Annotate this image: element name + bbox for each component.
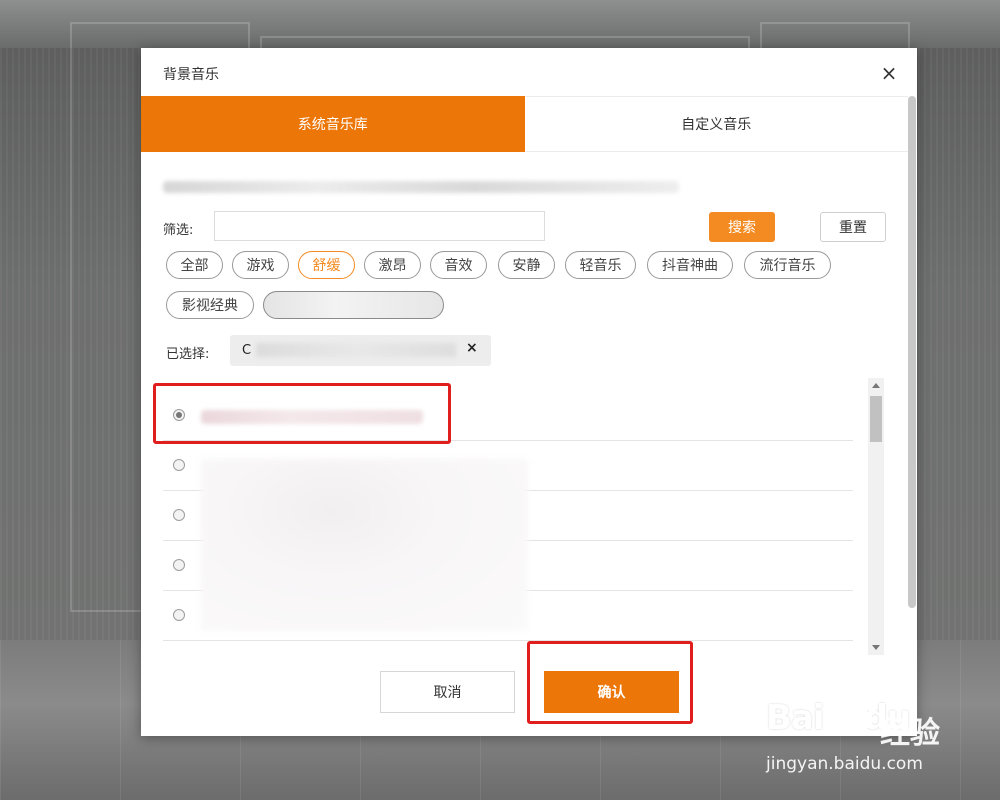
tag-soothing[interactable]: 舒缓 bbox=[298, 251, 355, 279]
tag-douyin-hits[interactable]: 抖音神曲 bbox=[647, 251, 733, 279]
selected-chip-blurred-text bbox=[256, 343, 456, 357]
radio-button[interactable] bbox=[173, 459, 185, 471]
dialog-title: 背景音乐 bbox=[163, 67, 219, 83]
scroll-down-arrow-icon[interactable] bbox=[872, 645, 880, 650]
remove-selected-icon[interactable]: × bbox=[466, 340, 478, 356]
scroll-up-arrow-icon[interactable] bbox=[872, 383, 880, 388]
background-wall-panel bbox=[260, 36, 750, 48]
music-titles-blurred bbox=[201, 459, 528, 631]
notice-text-blurred bbox=[163, 181, 679, 193]
radio-button[interactable] bbox=[173, 559, 185, 571]
highlight-box-selected-music bbox=[153, 383, 451, 444]
dialog-scrollbar[interactable] bbox=[908, 96, 917, 611]
tag-pop-music[interactable]: 流行音乐 bbox=[744, 251, 831, 279]
radio-button[interactable] bbox=[173, 509, 185, 521]
close-icon[interactable]: × bbox=[877, 61, 901, 85]
radio-button[interactable] bbox=[173, 609, 185, 621]
search-input[interactable] bbox=[214, 211, 545, 241]
dialog-scrollbar-thumb[interactable] bbox=[908, 96, 916, 608]
highlight-box-confirm bbox=[527, 641, 693, 724]
tab-bar: 系统音乐库 自定义音乐 bbox=[141, 96, 908, 152]
selected-label: 已选择: bbox=[166, 347, 210, 362]
tag-all[interactable]: 全部 bbox=[166, 251, 223, 279]
selected-music-chip: C × bbox=[230, 335, 491, 366]
watermark-cn-text: 经验 bbox=[880, 716, 940, 751]
cancel-button[interactable]: 取消 bbox=[380, 671, 515, 713]
search-button[interactable]: 搜索 bbox=[709, 212, 775, 242]
watermark-url: jingyan.baidu.com bbox=[766, 754, 923, 774]
music-list-scrollbar-thumb[interactable] bbox=[870, 396, 882, 442]
music-list-scrollbar[interactable] bbox=[868, 378, 884, 655]
tag-film-classics[interactable]: 影视经典 bbox=[166, 291, 254, 319]
tag-passionate[interactable]: 激昂 bbox=[364, 251, 421, 279]
selected-chip-text: C bbox=[242, 343, 252, 358]
reset-button[interactable]: 重置 bbox=[820, 212, 886, 242]
filter-label: 筛选: bbox=[163, 223, 194, 238]
tag-light-music[interactable]: 轻音乐 bbox=[565, 251, 636, 279]
baidu-jingyan-watermark: Bai du 经验 jingyan.baidu.com bbox=[760, 690, 990, 790]
tag-sound-effect[interactable]: 音效 bbox=[430, 251, 487, 279]
tab-custom-music[interactable]: 自定义音乐 bbox=[524, 96, 908, 152]
tab-system-music-library[interactable]: 系统音乐库 bbox=[141, 96, 525, 152]
tag-game[interactable]: 游戏 bbox=[232, 251, 289, 279]
tag-quiet[interactable]: 安静 bbox=[498, 251, 555, 279]
tag-blurred[interactable] bbox=[263, 291, 444, 319]
baidu-paw-icon bbox=[842, 694, 877, 729]
